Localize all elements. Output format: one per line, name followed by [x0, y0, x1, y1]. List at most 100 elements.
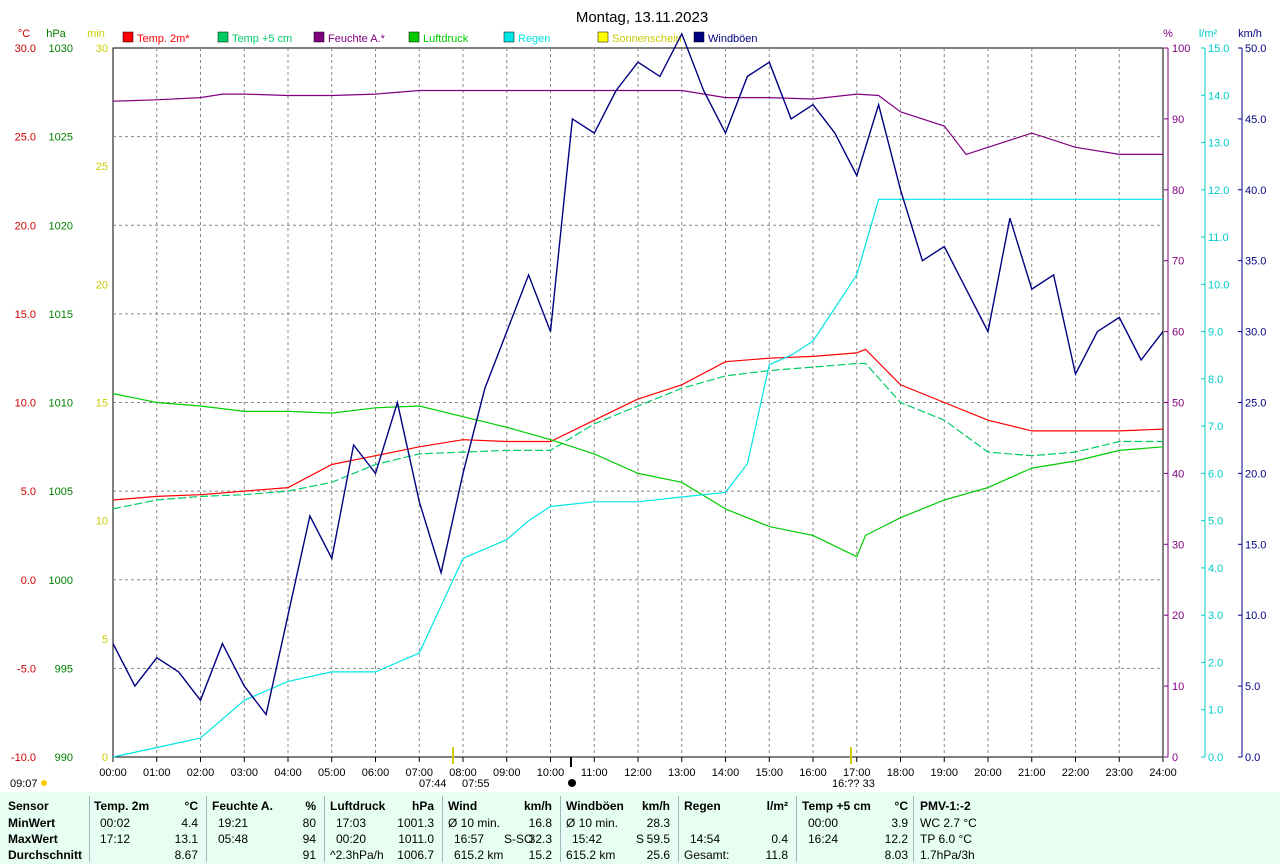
hum-max-time: 05:48 [218, 832, 249, 846]
t5-min-value: 3.9 [891, 816, 908, 830]
temp-tick-label: 10.0 [15, 398, 36, 410]
gust-avg10-label: Ø 10 min. [566, 816, 619, 830]
pmv-wc: WC 2.7 °C [920, 816, 977, 830]
temp-tick-label: -5.0 [17, 663, 36, 675]
pressure-tick-label: 1000 [49, 575, 73, 587]
wind-tick-label: 50.0 [1245, 43, 1266, 55]
x-tick-label: 14:00 [712, 767, 740, 779]
sunset-label: 16:?? 33 [832, 778, 875, 790]
rain-unit: l/m² [766, 799, 788, 813]
grid [112, 47, 1164, 758]
rain-total-value: 11.8 [765, 848, 788, 862]
separator [913, 796, 914, 862]
legend-swatch [693, 31, 705, 43]
wind-distance: 615.2 km [454, 848, 504, 862]
sun-tick-label: 10 [96, 516, 108, 528]
t5-max-time: 16:24 [808, 832, 839, 846]
rain-tick-label: 5.0 [1208, 516, 1223, 528]
humidity-tick-label: 60 [1172, 327, 1184, 339]
separator [206, 796, 207, 862]
wind-tick-label: 45.0 [1245, 114, 1266, 126]
rain-tick-label: 9.0 [1208, 327, 1223, 339]
rain-total-label: Gesamt: [684, 848, 730, 862]
moon-icon [568, 779, 576, 787]
rain-max-value: 0.4 [771, 832, 788, 846]
press-max-value: 1011.0 [398, 832, 434, 846]
hum-avg-value: 91 [302, 848, 316, 862]
pmv-tp: TP 6.0 °C [920, 832, 972, 846]
gust-max-time: 15:42 [572, 832, 603, 846]
x-tick-label: 22:00 [1062, 767, 1090, 779]
wind-tick-label: 20.0 [1245, 468, 1266, 480]
sun-icon [41, 780, 47, 786]
rain-unit-label: l/m² [1199, 28, 1218, 40]
legend-swatch [217, 31, 229, 43]
hum-max-value: 94 [302, 832, 316, 846]
pressure-tick-label: 1030 [49, 43, 73, 55]
rain-tick-label: 2.0 [1208, 657, 1223, 669]
wind-tick-label: 30.0 [1245, 327, 1266, 339]
temp-head: Temp. 2m [94, 799, 150, 813]
t5-min-time: 00:00 [808, 816, 839, 830]
sun-tick-label: 25 [96, 161, 108, 173]
rain-tick-label: 4.0 [1208, 563, 1223, 575]
t5-unit: °C [894, 799, 908, 813]
rain-max-time: 14:54 [690, 832, 721, 846]
gust-avg-value: 25.6 [646, 848, 670, 862]
wind-tick-label: 40.0 [1245, 185, 1266, 197]
humidity-tick-label: 0 [1172, 752, 1178, 764]
x-tick-label: 12:00 [624, 767, 652, 779]
wind-avg-value: 15.2 [528, 848, 552, 862]
temp-tick-label: 15.0 [15, 309, 36, 321]
wind-max-time: 16:57 [454, 832, 485, 846]
x-tick-label: 04:00 [274, 767, 302, 779]
hum-min-value: 80 [302, 816, 316, 830]
x-tick-label: 15:00 [755, 767, 783, 779]
pmv-head: PMV-1:-2 [920, 799, 971, 813]
x-tick-label: 01:00 [143, 767, 171, 779]
wind-avg10-value: 16.8 [528, 816, 552, 830]
wind-unit: km/h [523, 799, 552, 813]
press-trend: ^2.3hPa/h [330, 848, 384, 862]
wind-tick-label: 35.0 [1245, 256, 1266, 268]
humidity-tick-label: 30 [1172, 539, 1184, 551]
x-tick-label: 19:00 [930, 767, 958, 779]
sunrise2-label: 07:55 [462, 778, 490, 790]
legend-label: Windböen [708, 33, 758, 45]
temp-avg-value: 8.67 [174, 848, 198, 862]
rain-tick-label: 6.0 [1208, 468, 1223, 480]
gust-max-value: 59.5 [646, 832, 670, 846]
temp-tick-label: 30.0 [15, 43, 36, 55]
separator [796, 796, 797, 862]
pressure-tick-label: 995 [55, 663, 73, 675]
temp-unit-label: °C [18, 28, 30, 40]
humidity-tick-label: 20 [1172, 610, 1184, 622]
sun-unit-label: min [87, 28, 105, 40]
separator [89, 796, 90, 862]
legend-swatch [597, 31, 609, 43]
footer-pmv: PMV-1:-2 WC 2.7 °C TP 6.0 °C 1.7hPa/3h [920, 792, 1040, 864]
t5-avg-value: 8.03 [884, 848, 908, 862]
wind-tick-label: 10.0 [1245, 610, 1266, 622]
legend: Temp. 2m* Temp +5 cm Feuchte A.* Luftdruck R… [122, 31, 758, 45]
x-tick-label: 20:00 [974, 767, 1002, 779]
humidity-tick-label: 70 [1172, 256, 1184, 268]
x-tick-label: 09:00 [493, 767, 521, 779]
gust-avg10-value: 28.3 [646, 816, 670, 830]
footer-pressure: Luftdruck hPa 17:03 1001.3 00:20 1011.0 … [330, 792, 436, 864]
t5-max-value: 12.2 [884, 832, 908, 846]
footer-rain: Regen l/m² 14:54 0.4 Gesamt: 11.8 [684, 792, 790, 864]
separator [560, 796, 561, 862]
hum-min-time: 19:21 [218, 816, 249, 830]
pressure-tick-label: 1025 [49, 132, 73, 144]
legend-label: Temp. 2m* [137, 33, 190, 45]
legend-swatch [503, 31, 515, 43]
x-tick-label: 23:00 [1105, 767, 1133, 779]
humidity-unit-label: % [1163, 28, 1173, 40]
x-tick-label: 02:00 [187, 767, 215, 779]
sun-tick-label: 5 [102, 634, 108, 646]
hum-unit: % [305, 799, 316, 813]
humidity-tick-label: 50 [1172, 398, 1184, 410]
x-tick-label: 05:00 [318, 767, 346, 779]
rain-tick-label: 1.0 [1208, 705, 1223, 717]
